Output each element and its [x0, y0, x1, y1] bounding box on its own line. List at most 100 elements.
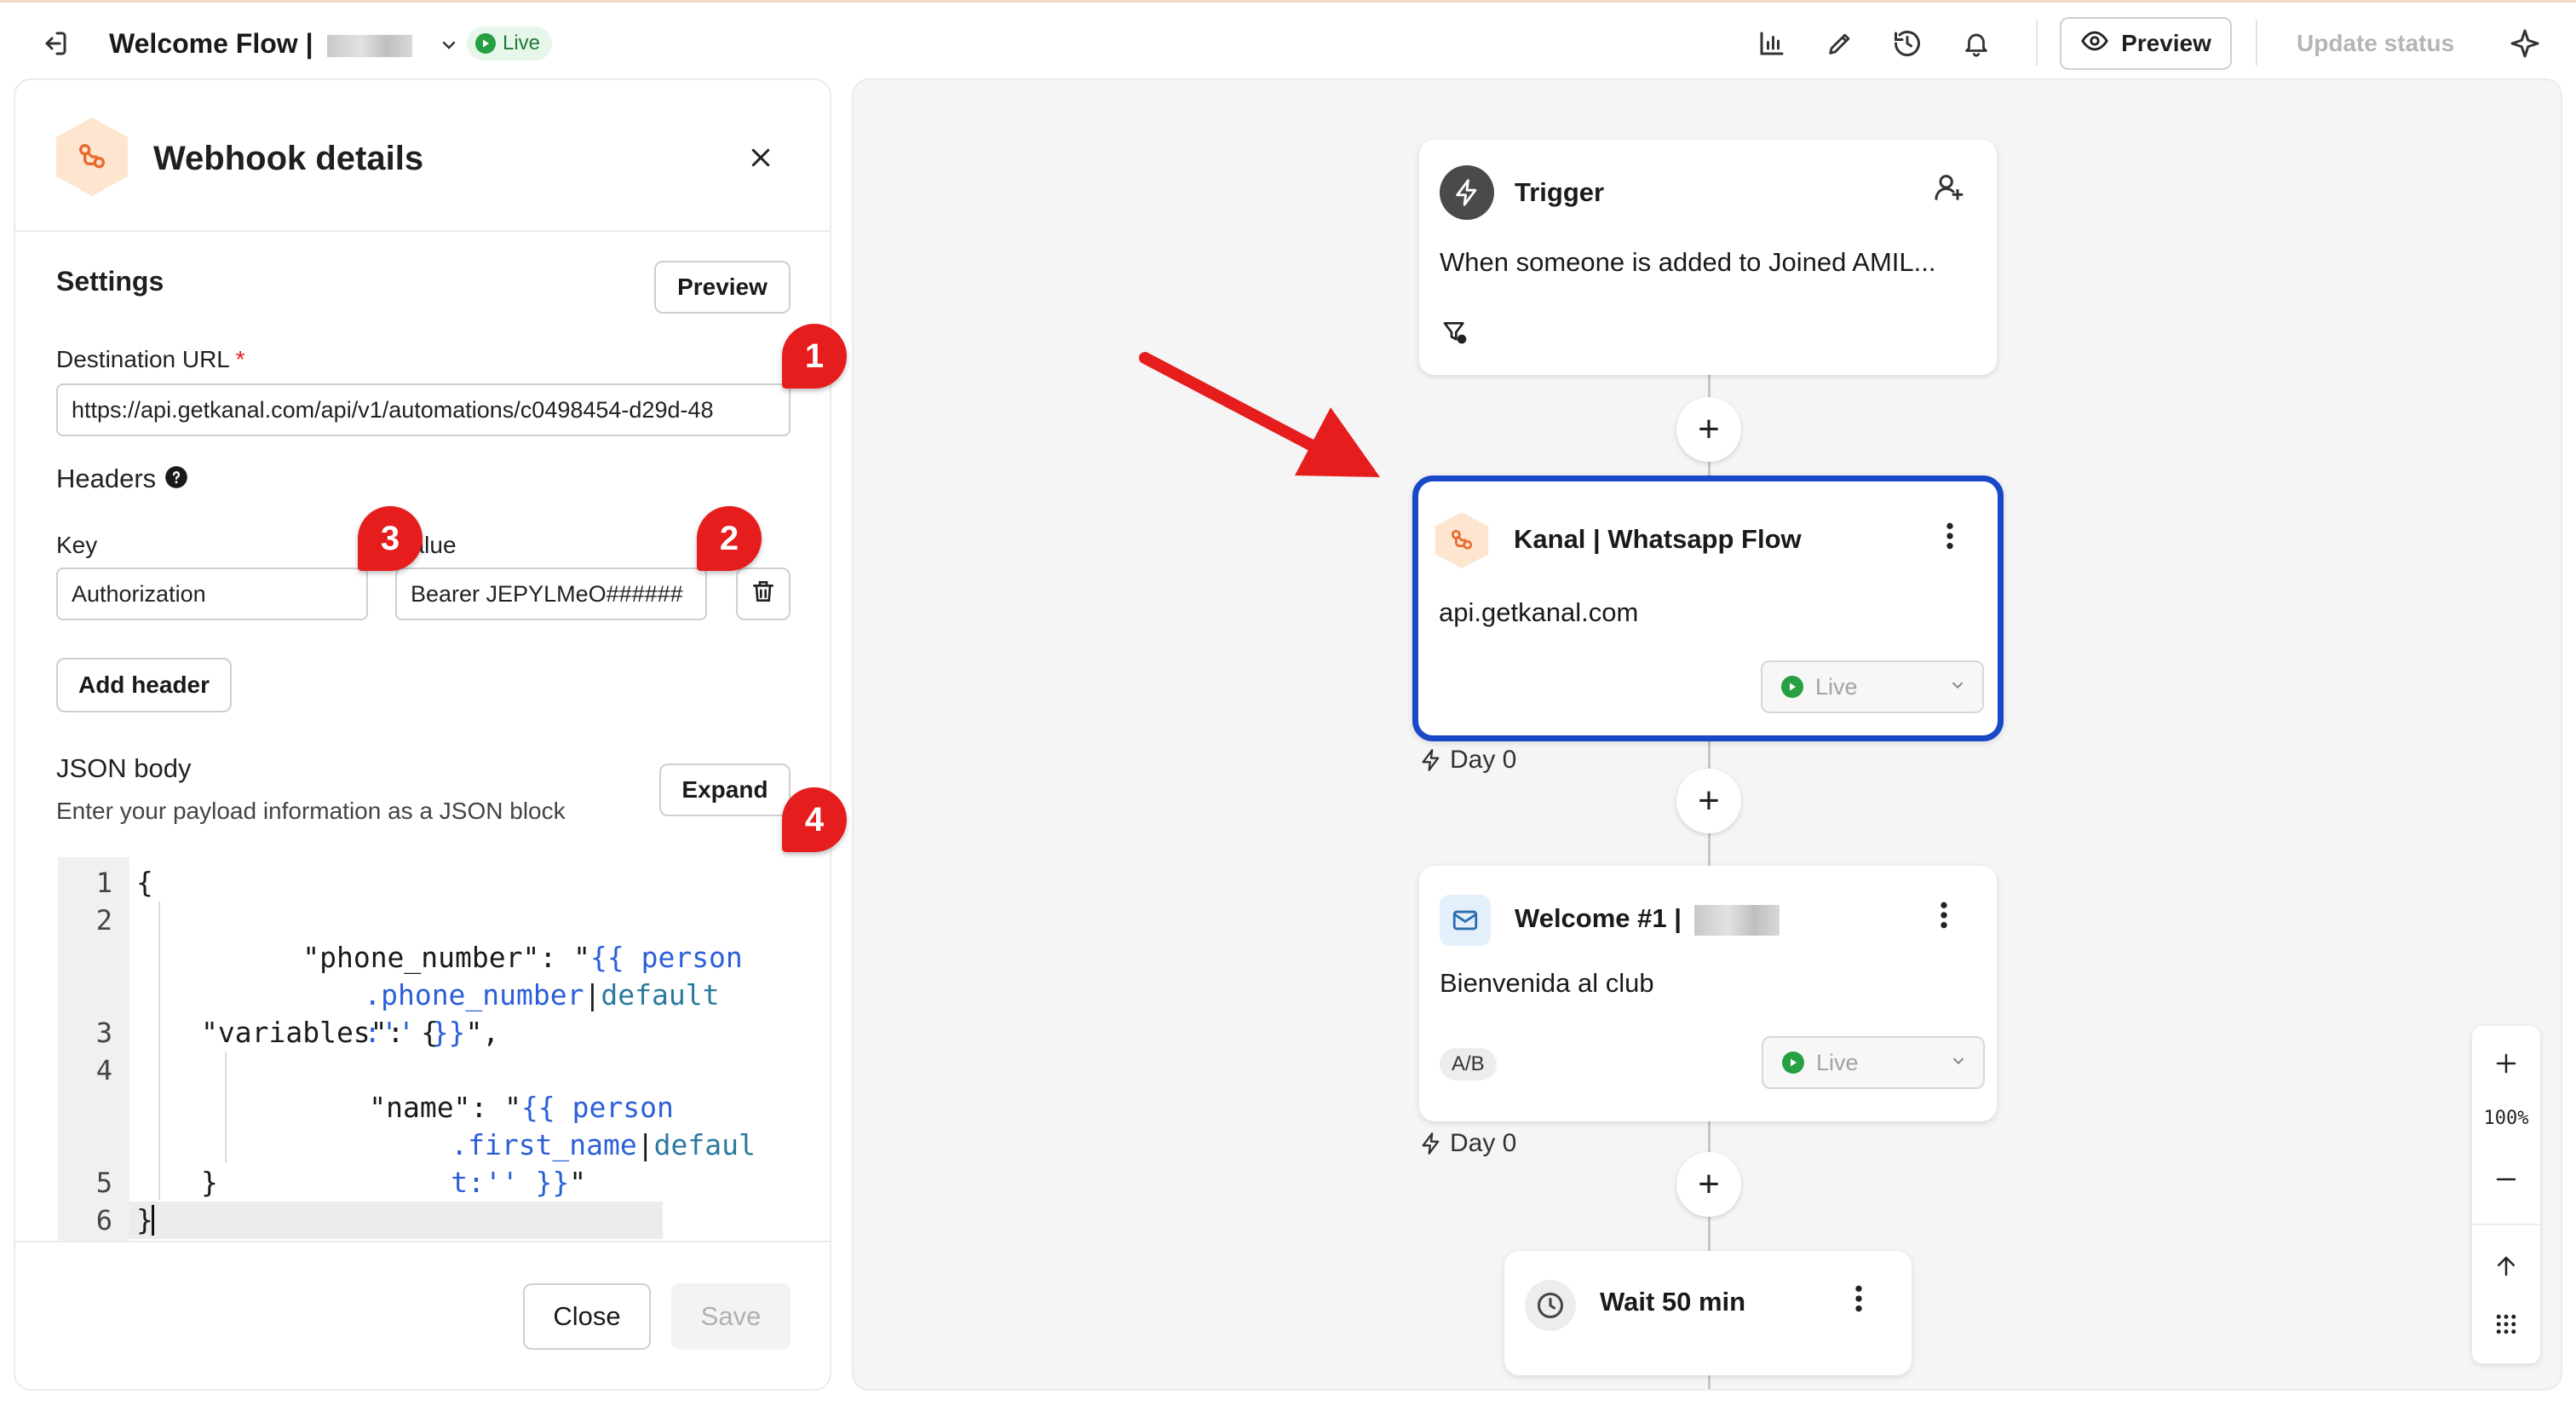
status-text: Live [1815, 673, 1858, 700]
add-person-icon[interactable] [1932, 170, 1966, 209]
flow-title-text: Welcome Flow | [109, 28, 313, 59]
annotation-arrow [1139, 352, 1380, 477]
indent-guide [225, 1052, 227, 1162]
lightning-icon [1422, 1132, 1440, 1155]
code-token: | [636, 1128, 654, 1161]
status-text: Live [503, 32, 541, 55]
close-button[interactable]: Close [523, 1283, 651, 1350]
code-token: t:'' }} [451, 1166, 570, 1199]
flow-title[interactable]: Welcome Flow | [109, 25, 459, 65]
line-number: 5 [95, 1167, 112, 1199]
code-line: { [136, 866, 153, 899]
day-text: Day 0 [1450, 1129, 1517, 1157]
save-button[interactable]: Save [671, 1283, 791, 1350]
add-step-button[interactable]: + [1676, 397, 1741, 462]
wait-node[interactable]: Wait 50 min [1504, 1251, 1912, 1375]
json-body-hint: Enter your payload information as a JSON… [56, 798, 566, 824]
code-token: | [584, 978, 601, 1011]
mail-icon [1440, 895, 1491, 946]
add-step-button[interactable]: + [1676, 769, 1741, 833]
text-cursor [152, 1205, 154, 1236]
flow-canvas[interactable]: Trigger When someone is added to Joined … [852, 78, 2562, 1391]
bell-icon[interactable] [1956, 23, 1997, 64]
exit-icon[interactable] [34, 23, 75, 64]
indent-guide [158, 902, 160, 1200]
code-token: defaul [653, 1128, 756, 1161]
day-text: Day 0 [1450, 746, 1517, 774]
preview-button[interactable]: Preview [2060, 17, 2232, 70]
trigger-title: Trigger [1515, 177, 1605, 207]
line-number: 4 [95, 1054, 112, 1086]
add-step-button[interactable]: + [1676, 1152, 1741, 1217]
divider [2036, 20, 2038, 66]
add-header-button[interactable]: Add header [56, 658, 232, 712]
expand-button[interactable]: Expand [659, 764, 791, 816]
headers-label: Headers [56, 464, 157, 493]
lightning-icon [1422, 749, 1440, 771]
footer-divider [15, 1241, 830, 1242]
more-options-icon[interactable] [1937, 898, 1951, 936]
arrow-up-icon [2498, 1256, 2515, 1276]
destination-url-label: Destination URL * [56, 344, 245, 375]
destination-url-input[interactable]: https://api.getkanal.com/api/v1/automati… [56, 383, 791, 436]
more-options-icon[interactable] [1943, 519, 1957, 557]
filter-icon[interactable] [1441, 319, 1469, 350]
scroll-to-top-button[interactable] [2472, 1241, 2540, 1292]
analytics-icon[interactable] [1751, 23, 1792, 64]
annotation-badge: 3 [358, 506, 423, 571]
annotation-badge: 4 [782, 787, 847, 852]
redacted-name [327, 34, 413, 57]
zoom-out-button[interactable] [2472, 1154, 2540, 1205]
line-number: 3 [95, 1017, 112, 1049]
chevron-down-icon [1949, 1050, 1968, 1076]
clock-icon [1525, 1280, 1576, 1331]
day-label: Day 0 [1419, 743, 1516, 777]
webhook-node-url: api.getkanal.com [1439, 597, 1639, 627]
email-node[interactable]: Welcome #1 | Bienvenida al club A/B Live [1419, 866, 1997, 1121]
plus-icon: + [1698, 1163, 1720, 1205]
history-icon[interactable] [1887, 23, 1928, 64]
webhook-icon [56, 118, 128, 196]
close-icon[interactable] [739, 136, 782, 179]
email-node-subject: Bienvenida al club [1440, 968, 1654, 998]
more-options-icon[interactable] [1852, 1282, 1866, 1320]
webhook-status-select[interactable]: Live [1761, 660, 1984, 713]
code-line: t:'' }}" [349, 1127, 586, 1239]
required-mark: * [235, 346, 245, 372]
play-icon [475, 33, 496, 54]
email-node-title-text: Welcome #1 | [1515, 903, 1682, 933]
update-status-button[interactable]: Update status [2297, 28, 2454, 59]
code-token: ", [465, 1016, 500, 1049]
json-code-editor[interactable]: 1 2 3 4 5 6 { "phone_number": "{{ person… [58, 857, 756, 1242]
webhook-node-title: Kanal | Whatsapp Flow [1514, 524, 1802, 554]
header-key-input[interactable]: Authorization [56, 568, 368, 620]
header-value-input[interactable]: Bearer JEPYLMeO###### [395, 568, 707, 620]
trigger-description: When someone is added to Joined AMIL... [1440, 247, 1936, 277]
chevron-down-icon [1948, 674, 1967, 700]
edit-pencil-icon[interactable] [1820, 23, 1860, 64]
sparkle-icon[interactable] [2504, 23, 2545, 64]
webhook-node[interactable]: Kanal | Whatsapp Flow api.getkanal.com L… [1412, 475, 2004, 741]
zoom-in-button[interactable] [2472, 1038, 2540, 1089]
delete-header-button[interactable] [736, 568, 791, 620]
email-status-select[interactable]: Live [1762, 1036, 1985, 1089]
status-text: Live [1816, 1049, 1859, 1075]
code-line: } [136, 1203, 153, 1236]
chevron-down-icon [439, 27, 459, 65]
settings-preview-button[interactable]: Preview [654, 261, 791, 314]
code-line: "variables": { [201, 1016, 439, 1049]
top-bar: Welcome Flow | Live Preview Update statu… [0, 0, 2576, 78]
webhook-details-panel: Webhook details Settings Preview Destina… [14, 78, 831, 1391]
annotation-number: 4 [804, 800, 825, 838]
destination-url-label-text: Destination URL [56, 346, 229, 372]
json-body-label: JSON body [56, 753, 192, 783]
annotation-number: 2 [719, 519, 739, 557]
plus-icon: + [1698, 408, 1720, 450]
status-badge: Live [467, 26, 553, 61]
minimap-button[interactable] [2472, 1299, 2540, 1350]
ab-test-badge: A/B [1440, 1048, 1497, 1080]
help-icon[interactable] [164, 465, 188, 493]
trigger-node[interactable]: Trigger When someone is added to Joined … [1419, 140, 1997, 375]
headers-heading: Headers [56, 464, 188, 494]
panel-title: Webhook details [153, 140, 424, 177]
